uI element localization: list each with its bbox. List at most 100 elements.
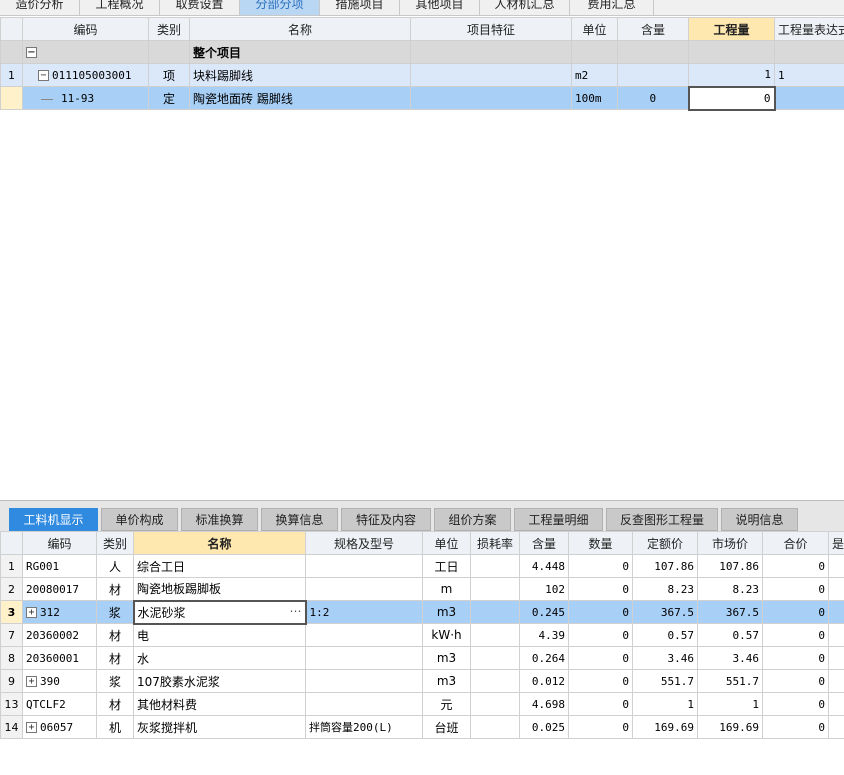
name-cell[interactable]: 陶瓷地板踢脚板 — [133, 577, 306, 601]
market-price-cell[interactable]: 0.57 — [697, 623, 763, 647]
loss-rate-cell[interactable] — [470, 623, 520, 647]
material-row[interactable]: 2 20080017 材陶瓷地板踢脚板 m 102 0 8.23 8.23 0 — [0, 577, 844, 601]
loss-rate-cell[interactable] — [470, 669, 520, 693]
name-cell[interactable]: 综合工日 — [133, 554, 306, 578]
tab-cost-analysis[interactable]: 造价分析 — [0, 0, 80, 15]
loss-rate-cell[interactable] — [470, 715, 520, 739]
type-cell[interactable]: 定 — [148, 86, 190, 110]
unit-cell[interactable]: m3 — [422, 646, 471, 670]
col-header-quota-price[interactable]: 定额价 — [632, 531, 698, 555]
col-header-total[interactable]: 合价 — [762, 531, 829, 555]
market-price-cell[interactable]: 8.23 — [697, 577, 763, 601]
loss-rate-cell[interactable] — [470, 692, 520, 716]
quantity-edit-input[interactable]: 0 — [687, 85, 776, 111]
count-cell[interactable]: 0 — [568, 669, 633, 693]
col-header-features[interactable]: 项目特征 — [410, 17, 572, 41]
group-row-whole-project[interactable]: − 整个项目 — [0, 40, 844, 64]
loss-rate-cell[interactable] — [470, 554, 520, 578]
content-cell[interactable]: 0.264 — [519, 646, 569, 670]
col-header-market-price[interactable]: 市场价 — [697, 531, 763, 555]
plus-box-icon[interactable]: + — [26, 676, 37, 687]
flag-cell[interactable] — [828, 715, 844, 739]
total-cell[interactable]: 0 — [762, 692, 829, 716]
unit-cell[interactable]: m — [422, 577, 471, 601]
total-cell[interactable]: 0 — [762, 669, 829, 693]
minus-box-icon[interactable]: − — [38, 70, 49, 81]
code-cell[interactable]: RG001 — [22, 554, 97, 578]
tab-project-overview[interactable]: 工程概况 — [80, 0, 160, 15]
features-cell[interactable] — [410, 63, 572, 87]
count-cell[interactable]: 0 — [568, 715, 633, 739]
col-header-quantity[interactable]: 工程量 — [688, 17, 775, 41]
flag-cell[interactable] — [828, 554, 844, 578]
name-cell[interactable]: 块料踢脚线 — [189, 63, 411, 87]
quantity-cell[interactable]: 1 — [688, 63, 775, 87]
type-cell[interactable]: 材 — [96, 692, 134, 716]
unit-cell[interactable]: m3 — [422, 669, 471, 693]
code-cell[interactable]: −011105003001 — [22, 63, 149, 87]
features-cell[interactable] — [410, 86, 572, 110]
loss-rate-cell[interactable] — [470, 600, 520, 624]
tab-labor-material-summary[interactable]: 人材机汇总 — [480, 0, 570, 15]
quota-price-cell[interactable]: 8.23 — [632, 577, 698, 601]
type-cell[interactable]: 材 — [96, 646, 134, 670]
content-cell[interactable]: 0.025 — [519, 715, 569, 739]
tab-other-items[interactable]: 其他项目 — [400, 0, 480, 15]
name-cell[interactable]: 灰浆搅拌机 — [133, 715, 306, 739]
expr-cell[interactable]: 1 — [774, 63, 844, 87]
unit-cell[interactable]: kW·h — [422, 623, 471, 647]
expr-cell[interactable] — [774, 86, 844, 110]
content-cell[interactable]: 0.245 — [519, 600, 569, 624]
tab-sub-items[interactable]: 分部分项 — [240, 0, 320, 15]
type-cell[interactable]: 材 — [96, 623, 134, 647]
type-cell[interactable]: 人 — [96, 554, 134, 578]
col-header-content[interactable]: 含量 — [617, 17, 689, 41]
loss-rate-cell[interactable] — [470, 646, 520, 670]
total-cell[interactable]: 0 — [762, 554, 829, 578]
col-header-code[interactable]: 编码 — [22, 17, 149, 41]
content-cell[interactable]: 102 — [519, 577, 569, 601]
material-row[interactable]: 1 RG001 人综合工日 工日 4.448 0 107.86 107.86 0 — [0, 554, 844, 578]
flag-cell[interactable] — [828, 669, 844, 693]
name-cell[interactable]: 水泥砂浆 ⋯ — [132, 599, 307, 625]
code-cell[interactable]: +06057 — [22, 715, 97, 739]
content-cell[interactable]: 4.448 — [519, 554, 569, 578]
content-cell[interactable]: 4.39 — [519, 623, 569, 647]
content-cell[interactable]: 4.698 — [519, 692, 569, 716]
count-cell[interactable]: 0 — [568, 600, 633, 624]
flag-cell[interactable] — [828, 600, 844, 624]
tab-pricing-plan[interactable]: 组价方案 — [434, 508, 511, 531]
name-cell[interactable]: 107胶素水泥浆 — [133, 669, 306, 693]
name-cell[interactable]: 陶瓷地面砖 踢脚线 — [189, 86, 411, 110]
quota-price-cell[interactable]: 551.7 — [632, 669, 698, 693]
total-cell[interactable]: 0 — [762, 623, 829, 647]
col-header-code[interactable]: 编码 — [22, 531, 97, 555]
count-cell[interactable]: 0 — [568, 623, 633, 647]
type-cell[interactable]: 项 — [148, 63, 190, 87]
col-header-name[interactable]: 名称 — [133, 531, 306, 555]
spec-cell[interactable] — [305, 554, 423, 578]
code-cell[interactable]: 20360001 — [22, 646, 97, 670]
total-cell[interactable]: 0 — [762, 715, 829, 739]
spec-cell[interactable] — [305, 669, 423, 693]
unit-cell[interactable]: m2 — [571, 63, 618, 87]
count-cell[interactable]: 0 — [568, 646, 633, 670]
tab-measures[interactable]: 措施项目 — [320, 0, 400, 15]
content-cell[interactable]: 0 — [617, 86, 689, 110]
name-cell[interactable]: 水 — [133, 646, 306, 670]
tab-features-content[interactable]: 特征及内容 — [341, 508, 431, 531]
flag-cell[interactable] — [828, 646, 844, 670]
code-cell[interactable]: +390 — [22, 669, 97, 693]
market-price-cell[interactable]: 169.69 — [697, 715, 763, 739]
spec-cell[interactable] — [305, 577, 423, 601]
count-cell[interactable]: 0 — [568, 554, 633, 578]
total-cell[interactable]: 0 — [762, 577, 829, 601]
col-header-content[interactable]: 含量 — [519, 531, 569, 555]
quota-price-cell[interactable]: 367.5 — [632, 600, 698, 624]
type-cell[interactable]: 浆 — [96, 669, 134, 693]
name-cell[interactable]: 电 — [133, 623, 306, 647]
col-header-name[interactable]: 名称 — [189, 17, 411, 41]
tab-description-info[interactable]: 说明信息 — [721, 508, 798, 531]
plus-box-icon[interactable]: + — [26, 607, 37, 618]
market-price-cell[interactable]: 367.5 — [697, 600, 763, 624]
